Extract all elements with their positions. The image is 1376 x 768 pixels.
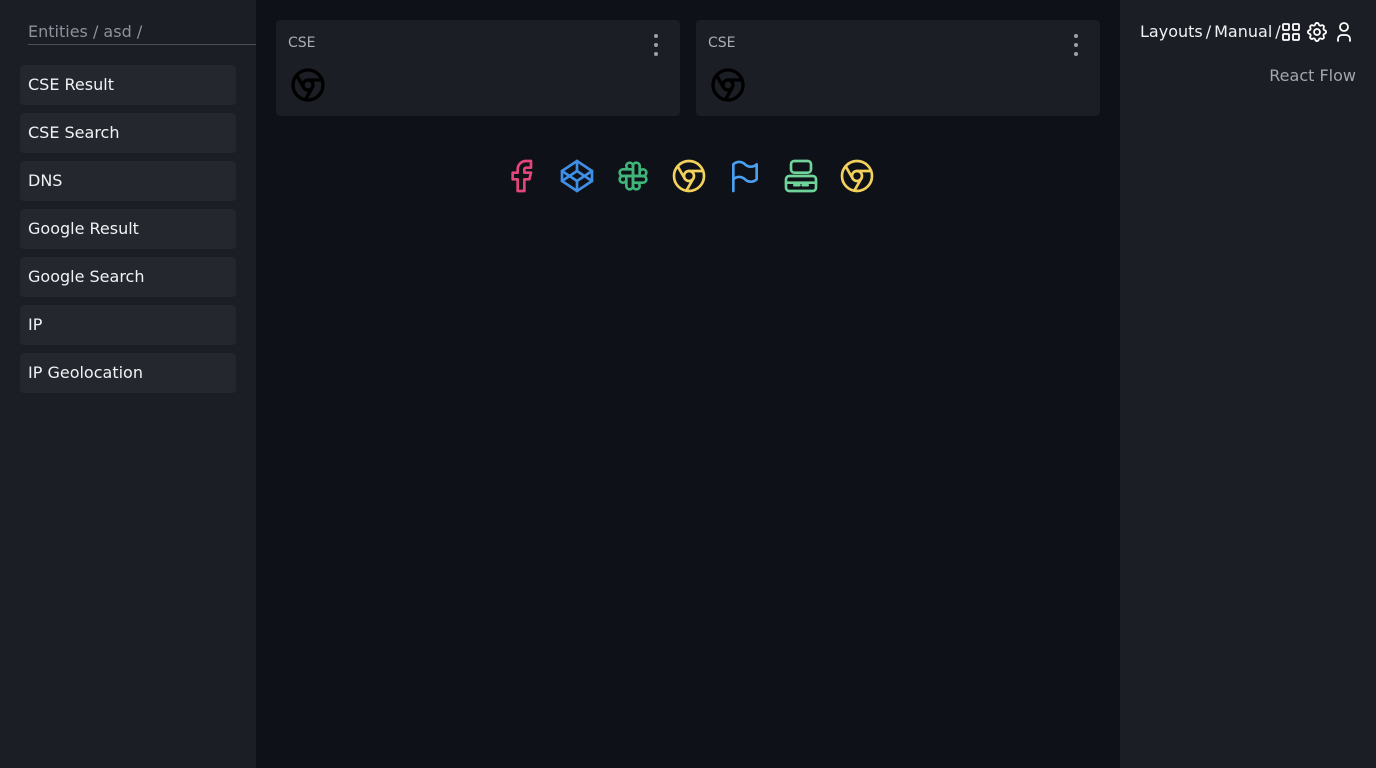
device-desktop-icon[interactable] xyxy=(781,155,821,197)
entity-card[interactable]: CSE xyxy=(696,20,1100,116)
entity-item-dns[interactable]: DNS xyxy=(20,161,236,201)
entity-item-google-result[interactable]: Google Result xyxy=(20,209,236,249)
entity-item-cse-search[interactable]: CSE Search xyxy=(20,113,236,153)
breadcrumb-manual[interactable]: Manual xyxy=(1214,22,1272,41)
main-canvas: CSE CSE xyxy=(256,0,1120,768)
facebook-icon[interactable] xyxy=(501,155,541,197)
entity-item-cse-result[interactable]: CSE Result xyxy=(20,65,236,105)
chrome-icon[interactable] xyxy=(837,155,877,197)
card-title: CSE xyxy=(288,35,316,51)
chrome-icon xyxy=(711,68,745,102)
entity-sidebar: Entities / asd / CSE Result CSE Search D… xyxy=(0,0,276,768)
entity-item-google-search[interactable]: Google Search xyxy=(20,257,236,297)
entity-list: CSE Result CSE Search DNS Google Result … xyxy=(20,65,236,401)
user-icon[interactable] xyxy=(1332,20,1356,44)
breadcrumb-separator: / xyxy=(1205,22,1212,41)
entity-breadcrumb[interactable]: Entities / asd / xyxy=(28,21,276,45)
app: Entities / asd / CSE Result CSE Search D… xyxy=(0,0,1376,768)
entity-item-ip[interactable]: IP xyxy=(20,305,236,345)
breadcrumb: Layouts / Manual / xyxy=(1140,21,1284,43)
slack-icon[interactable] xyxy=(613,155,653,197)
codepen-icon[interactable] xyxy=(557,155,597,197)
card-title: CSE xyxy=(708,35,736,51)
breadcrumb-layouts[interactable]: Layouts xyxy=(1140,22,1203,41)
entity-item-ip-geolocation[interactable]: IP Geolocation xyxy=(20,353,236,393)
chrome-icon[interactable] xyxy=(669,155,709,197)
transform-icon-row xyxy=(501,155,877,197)
more-vertical-icon[interactable] xyxy=(650,34,662,56)
entity-card[interactable]: CSE xyxy=(276,20,680,116)
gear-icon[interactable] xyxy=(1305,20,1329,44)
chrome-icon xyxy=(291,68,325,102)
layout-grid-icon[interactable] xyxy=(1279,20,1303,44)
flag-icon[interactable] xyxy=(725,155,765,197)
more-vertical-icon[interactable] xyxy=(1070,34,1082,56)
layout-panel: Layouts / Manual / React Flow xyxy=(1120,0,1376,768)
layout-type-label: React Flow xyxy=(1269,66,1356,85)
